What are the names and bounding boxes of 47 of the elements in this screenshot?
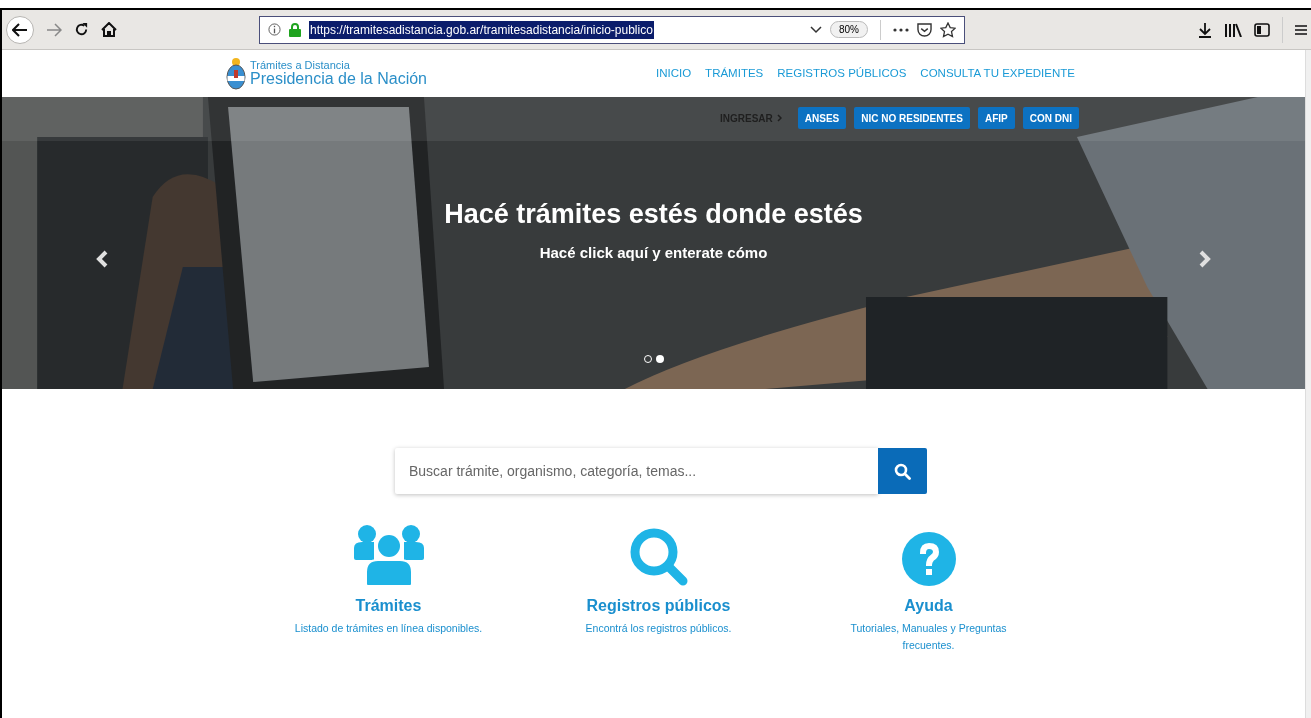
back-button[interactable]: [6, 15, 34, 44]
coat-of-arms-icon: [226, 56, 246, 91]
nav-link[interactable]: INICIO: [655, 64, 692, 83]
star-icon[interactable]: [940, 21, 956, 38]
reload-icon[interactable]: [74, 22, 89, 37]
feature-title[interactable]: Registros públicos: [586, 594, 731, 618]
zoom-level-badge[interactable]: 80%: [830, 21, 868, 38]
login-button[interactable]: CON DNI: [1022, 107, 1079, 129]
nav-link[interactable]: CONSULTA TU EXPEDIENTE: [920, 64, 1075, 83]
search-field[interactable]: Buscar trámite, organismo, categoría, temas...: [395, 448, 878, 494]
back-icon: [12, 22, 28, 37]
login-button[interactable]: ANSES: [797, 107, 847, 129]
pocket-icon[interactable]: [917, 22, 932, 37]
info-icon: [268, 23, 281, 36]
sidebar-icon[interactable]: [1254, 22, 1270, 37]
feature-description: Tutoriales, Manuales y Preguntas frecuentes.: [849, 621, 1008, 653]
feature-description: Encontrá los registros públicos.: [584, 621, 733, 636]
nav-link[interactable]: TRÁMITES: [705, 64, 764, 83]
feature-title[interactable]: Ayuda: [904, 594, 953, 618]
url-text: https://tramitesadistancia.gob.ar/tramitesadistancia/inicio-publico: [309, 20, 654, 39]
scrollbar[interactable]: [1305, 50, 1311, 718]
people-icon: [353, 524, 424, 586]
feature-description: Listado de trámites en línea disponibles.: [293, 621, 484, 636]
download-icon[interactable]: [1198, 21, 1212, 38]
search-button[interactable]: [878, 448, 927, 494]
forward-icon[interactable]: [46, 22, 62, 37]
search-icon: [629, 528, 688, 586]
feature-title[interactable]: Trámites: [355, 594, 422, 618]
more-icon[interactable]: [893, 27, 909, 32]
next-slide-icon[interactable]: [1199, 250, 1211, 268]
question-icon: [901, 532, 956, 586]
hero-title: Hacé trámites estés donde estés: [444, 197, 863, 231]
dropdown-icon[interactable]: [810, 25, 822, 34]
hero-subtitle[interactable]: Hacé click aquí y enterate cómo: [539, 242, 768, 265]
chevron-icon: [776, 114, 782, 122]
lock-icon: [289, 22, 301, 37]
menu-icon[interactable]: [1295, 23, 1307, 36]
login-button[interactable]: AFIP: [977, 107, 1015, 129]
search-icon: [894, 462, 911, 480]
logo-subtitle: Trámites a Distancia: [250, 60, 351, 71]
library-icon[interactable]: [1224, 22, 1242, 37]
home-icon[interactable]: [101, 22, 117, 37]
login-button[interactable]: NIC NO RESIDENTES: [854, 107, 970, 129]
previous-slide-icon[interactable]: [96, 250, 108, 268]
address-bar[interactable]: https://tramitesadistancia.gob.ar/tramitesadistancia/inicio-publico 80%: [259, 15, 965, 44]
nav-link[interactable]: REGISTROS PÚBLICOS: [777, 64, 907, 83]
logo-title: Presidencia de la Nación: [250, 71, 427, 87]
